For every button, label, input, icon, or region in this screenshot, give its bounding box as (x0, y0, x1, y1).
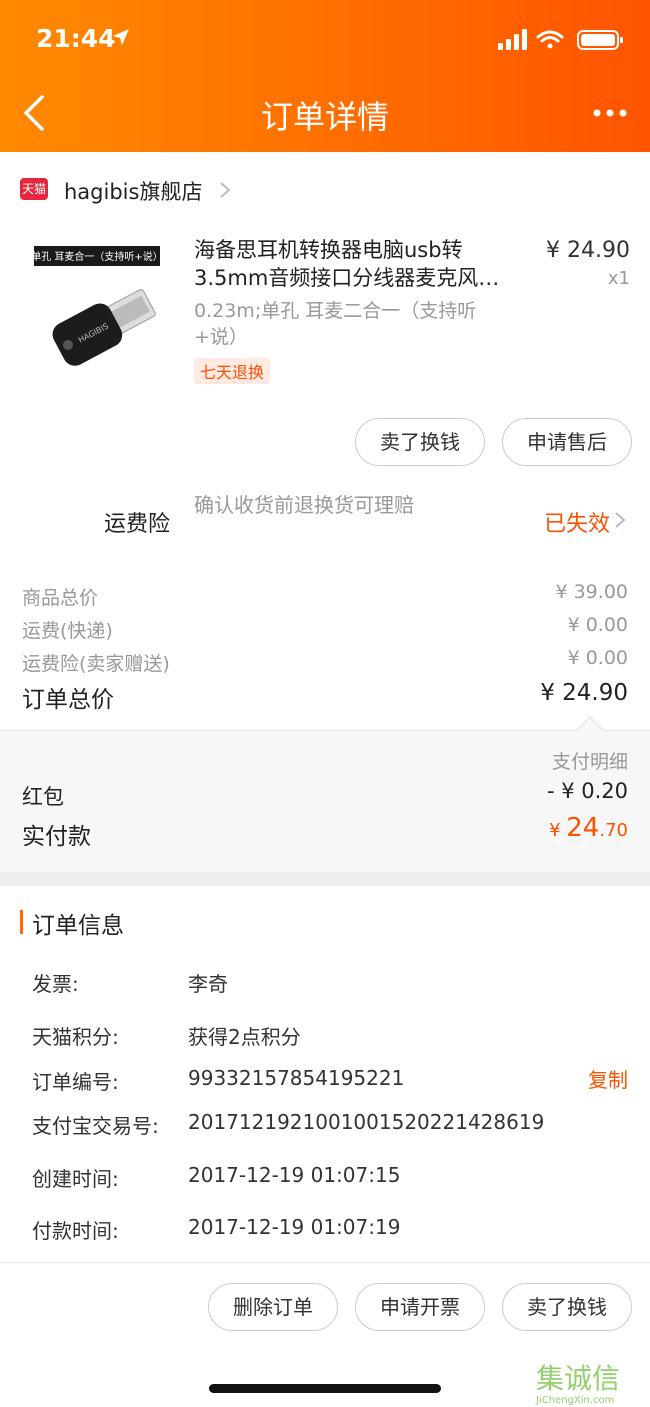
goods-total-label: 商品总价 (22, 587, 99, 609)
sell-button-bottom[interactable]: 卖了换钱 (502, 1283, 632, 1331)
paid-time-value: 2017-12-19 01:07:19 (188, 1215, 401, 1239)
created-time-value: 2017-12-19 01:07:15 (188, 1163, 401, 1187)
order-number-value: 99332157854195221 (188, 1066, 405, 1090)
delete-order-button[interactable]: 删除订单 (208, 1283, 338, 1331)
shop-name[interactable]: hagibis旗舰店 (64, 176, 202, 206)
hongbao-label: 红包 (22, 785, 64, 809)
page-title: 订单详情 (260, 98, 389, 136)
order-info-title: 订单信息 (32, 913, 124, 939)
insurance-label: 运费险 (104, 512, 171, 537)
goods-total-value: ¥ 39.00 (555, 581, 628, 603)
after-sale-button[interactable]: 申请售后 (502, 418, 632, 466)
status-time: 21:44 (36, 24, 116, 53)
product-quantity: x1 (607, 268, 630, 289)
order-number-label: 订单编号: (32, 1070, 119, 1094)
product-image-label: 单孔 耳麦合一（支持听+说） (31, 250, 163, 263)
chevron-right-icon[interactable] (614, 510, 626, 530)
watermark-text: 集诚信 (536, 1362, 620, 1395)
bottom-divider (0, 1262, 650, 1263)
payment-panel: 支付明细 红包 - ¥ 0.20 实付款 ¥ 24.70 (0, 730, 650, 872)
more-icon[interactable] (592, 103, 628, 123)
insurance-desc: 确认收货前退换货可理赔 (194, 493, 414, 517)
created-time-label: 创建时间: (32, 1167, 119, 1191)
paid-amount: ¥ 24.70 (549, 813, 628, 843)
paid-integer: 24 (566, 813, 600, 843)
wifi-icon (536, 30, 564, 49)
location-arrow-icon (113, 29, 129, 45)
insurance-status[interactable]: 已失效 (544, 506, 610, 538)
tmall-icon: 天猫 (20, 178, 48, 200)
product-title[interactable]: 海备思耳机转换器电脑usb转 3.5mm音频接口分线器麦克风… (194, 236, 524, 292)
shipping-value: ¥ 0.00 (567, 614, 628, 636)
section-divider (0, 872, 650, 886)
product-price: ¥ 24.90 (546, 238, 630, 263)
shipping-label: 运费(快递) (22, 620, 113, 642)
insurance-fee-label: 运费险(卖家赠送) (22, 653, 170, 675)
watermark-url: JiChengXin.com (535, 1395, 614, 1406)
copy-button[interactable]: 复制 (588, 1064, 628, 1093)
order-total-value: ¥ 24.90 (540, 680, 628, 706)
paid-time-label: 付款时间: (32, 1219, 119, 1243)
alipay-number-label: 支付宝交易号: (32, 1114, 159, 1138)
paid-currency: ¥ (549, 820, 567, 841)
product-title-line2: 3.5mm音频接口分线器麦克风… (194, 266, 500, 290)
signal-icon (498, 29, 527, 50)
request-invoice-button[interactable]: 申请开票 (355, 1283, 485, 1331)
chevron-right-icon (220, 182, 231, 198)
paid-label: 实付款 (22, 824, 91, 850)
points-label: 天猫积分: (32, 1025, 119, 1049)
home-indicator (209, 1384, 441, 1393)
battery-icon (577, 30, 623, 50)
header: 21:44 订单详情 (0, 0, 650, 152)
hongbao-value: - ¥ 0.20 (546, 779, 628, 803)
points-value: 获得2点积分 (188, 1025, 301, 1049)
order-total-label: 订单总价 (22, 687, 114, 713)
invoice-value: 李奇 (188, 972, 228, 996)
product-spec: 0.23m;单孔 耳麦二合一（支持听+说） (194, 300, 477, 348)
section-accent-bar (20, 910, 23, 934)
watermark-logo: 集诚信 JiChengXin.com (535, 1362, 620, 1406)
sell-button[interactable]: 卖了换钱 (355, 418, 485, 466)
payment-detail-label: 支付明细 (551, 751, 628, 773)
status-icons (498, 29, 623, 50)
product-image[interactable]: 单孔 耳麦合一（支持听+说） HAGIBIS (18, 234, 180, 384)
product-title-line1: 海备思耳机转换器电脑usb转 (194, 238, 463, 262)
pay-caret-inner (577, 718, 603, 731)
insurance-fee-value: ¥ 0.00 (567, 647, 628, 669)
paid-decimal: .70 (599, 820, 628, 841)
invoice-label: 发票: (32, 972, 79, 996)
return-tag: 七天退换 (194, 358, 271, 384)
shop-row[interactable]: 天猫 hagibis旗舰店 (0, 152, 650, 226)
alipay-number-value: 2017121921001001520221428619 (188, 1110, 545, 1134)
